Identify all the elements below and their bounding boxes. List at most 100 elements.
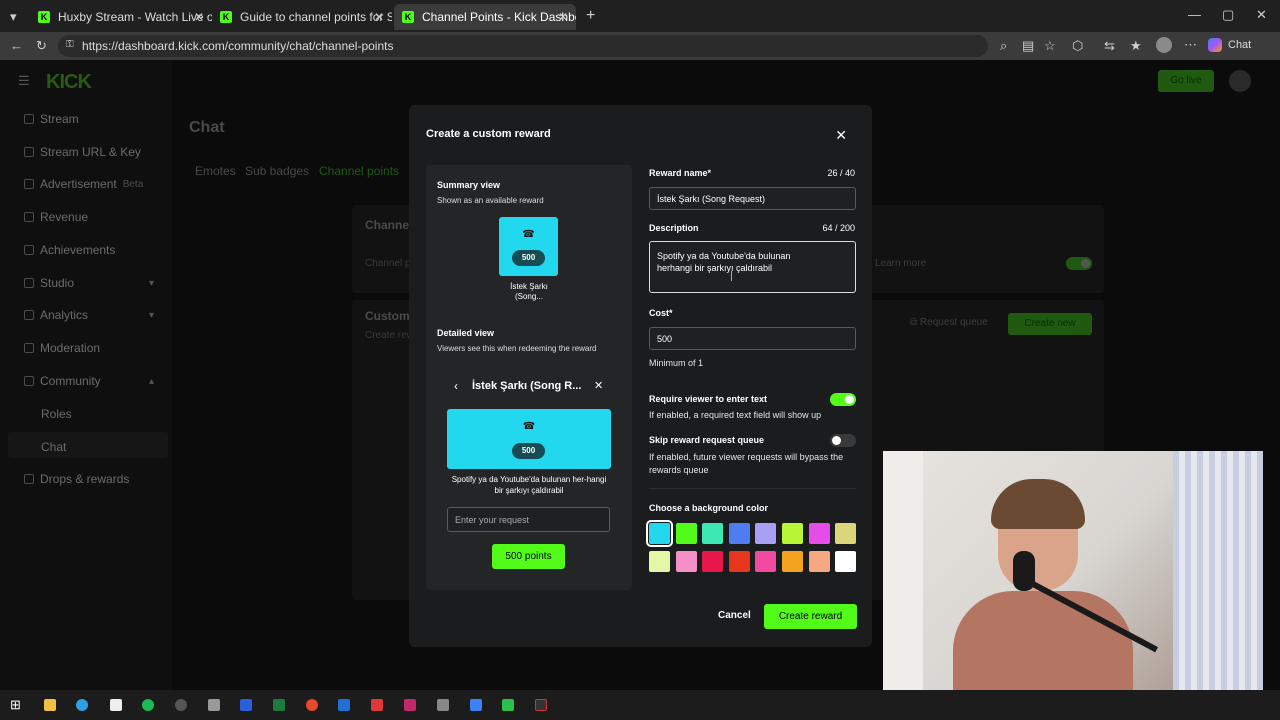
sidebar-item-achievements[interactable]: Achievements [24, 243, 115, 257]
skip-queue-toggle[interactable] [830, 434, 856, 447]
community-icon [24, 376, 34, 386]
window-frame [883, 451, 923, 691]
new-tab-icon[interactable]: + [586, 8, 595, 24]
points-button[interactable]: 500 points [492, 544, 565, 569]
more-menu-icon[interactable]: ⋯ [1184, 38, 1197, 51]
back-icon[interactable]: ← [10, 39, 23, 52]
sidebar-item-revenue[interactable]: Revenue [24, 210, 88, 224]
color-swatch[interactable] [782, 523, 803, 544]
request-input[interactable]: Enter your request [447, 507, 610, 532]
browser-tab[interactable]: K Huxby Stream - Watch Live o ✕ [30, 4, 212, 30]
notes-icon[interactable] [110, 699, 122, 711]
channel-points-toggle[interactable] [1066, 257, 1092, 270]
extensions-icon[interactable]: ⬡ [1072, 39, 1083, 52]
sidebar-item-analytics[interactable]: Analytics ▾ [24, 308, 164, 322]
app-red-icon[interactable] [306, 699, 318, 711]
back-icon[interactable]: ‹ [454, 379, 458, 393]
site-info-icon[interactable]: ⚿ [66, 40, 74, 50]
color-swatch[interactable] [728, 523, 750, 544]
tab-sub-badges[interactable]: Sub badges [245, 164, 309, 178]
zoom-icon[interactable]: ⌕ [1000, 39, 1007, 52]
browser-tab[interactable]: K Guide to channel points for Strean ✕ [212, 4, 392, 30]
spotify-icon[interactable] [142, 699, 154, 711]
maximize-icon[interactable]: ▢ [1222, 8, 1234, 21]
sidebar-item-drops[interactable]: Drops & rewards [24, 472, 129, 486]
menu-icon[interactable]: ☰ [18, 74, 30, 87]
kick-logo[interactable]: KICK [46, 71, 92, 94]
tab-channel-points[interactable]: Channel points [319, 164, 399, 178]
calculator-icon[interactable] [208, 699, 220, 711]
color-swatch[interactable] [835, 523, 857, 544]
request-queue-button[interactable]: ⧉ Request queue [910, 317, 988, 328]
close-window-icon[interactable]: ✕ [1256, 8, 1267, 21]
refresh-icon[interactable]: ↻ [36, 39, 47, 52]
cost-value: 500 [657, 333, 673, 344]
color-swatch[interactable] [808, 551, 830, 572]
word-icon[interactable] [240, 699, 252, 711]
create-new-button[interactable]: Create new [1008, 313, 1092, 335]
color-swatch[interactable] [702, 551, 724, 572]
sidebar-item-stream[interactable]: Stream [24, 112, 79, 126]
create-reward-button[interactable]: Create reward [764, 604, 857, 629]
sidebar-item-community[interactable]: Community ▴ [24, 374, 164, 388]
color-swatch[interactable] [808, 523, 830, 544]
color-swatch[interactable] [755, 523, 777, 544]
beta-badge: Beta [122, 178, 144, 190]
require-text-toggle[interactable] [830, 393, 856, 406]
color-swatch[interactable] [649, 551, 670, 572]
advertisement-icon [24, 179, 34, 189]
app-magenta-icon[interactable] [404, 699, 416, 711]
zoom-app-icon[interactable] [371, 699, 383, 711]
minimize-icon[interactable]: — [1188, 8, 1201, 21]
file-explorer-icon[interactable] [44, 699, 56, 711]
text-cursor-icon [731, 271, 732, 281]
close-tab-icon[interactable]: ✕ [194, 10, 204, 24]
go-live-button[interactable]: Go live [1158, 70, 1214, 92]
cancel-button[interactable]: Cancel [718, 610, 751, 621]
app-green-icon[interactable] [502, 699, 514, 711]
color-swatch[interactable] [702, 523, 724, 544]
windows-start-icon[interactable]: ⊞ [10, 698, 21, 711]
color-swatch[interactable] [675, 551, 697, 572]
excel-icon[interactable] [273, 699, 285, 711]
sidebar-item-label: Moderation [40, 341, 101, 355]
sidebar-item-chat[interactable] [8, 432, 168, 458]
favorite-star-icon[interactable]: ☆ [1044, 39, 1056, 52]
color-swatch[interactable] [755, 551, 777, 572]
color-swatch[interactable] [646, 520, 673, 547]
sidebar-item-studio[interactable]: Studio ▾ [24, 276, 164, 290]
browser-tab-active[interactable]: K Channel Points - Kick Dashboard ✕ [394, 4, 576, 30]
color-swatch[interactable] [782, 551, 803, 572]
reader-icon[interactable]: ▤ [1022, 39, 1034, 52]
tab-actions-icon[interactable]: ▾ [10, 10, 17, 23]
url-field[interactable]: ⚿ https://dashboard.kick.com/community/c… [58, 35, 988, 57]
close-icon[interactable]: ✕ [835, 127, 847, 144]
close-tab-icon[interactable]: ✕ [558, 10, 568, 24]
app-blue-icon[interactable] [470, 699, 482, 711]
clock-app-icon[interactable] [175, 699, 187, 711]
user-avatar[interactable] [1229, 70, 1251, 92]
detail-close-icon[interactable]: ✕ [594, 379, 603, 392]
favorites-icon[interactable]: ★ [1130, 39, 1142, 52]
skype-icon[interactable] [338, 699, 350, 711]
app-dark-icon[interactable] [535, 699, 547, 711]
color-swatch[interactable] [835, 551, 857, 572]
sidebar-item-stream-url[interactable]: Stream URL & Key [24, 145, 141, 159]
edge-browser-icon[interactable] [76, 699, 88, 711]
sidebar-item-advertisement[interactable]: Advertisement Beta [24, 177, 143, 191]
split-screen-icon[interactable]: ⇆ [1104, 39, 1115, 52]
sidebar-item-moderation[interactable]: Moderation [24, 341, 100, 355]
reward-name-input[interactable]: İstek Şarkı (Song Request) [649, 187, 856, 210]
cost-input[interactable]: 500 [649, 327, 856, 350]
copilot-chat-button[interactable]: Chat [1208, 38, 1251, 52]
preview-panel: Summary view Shown as an available rewar… [426, 165, 632, 590]
color-swatch[interactable] [728, 551, 750, 572]
app-gray-icon[interactable] [437, 699, 449, 711]
profile-avatar-icon[interactable] [1156, 37, 1172, 53]
close-tab-icon[interactable]: ✕ [374, 10, 384, 24]
color-swatch[interactable] [675, 523, 697, 544]
sidebar-item-roles[interactable]: Roles [41, 407, 72, 421]
tab-emotes[interactable]: Emotes [195, 164, 236, 178]
description-textarea[interactable]: Spotify ya da Youtube'da bulunan herhang… [649, 241, 856, 293]
learn-more-link[interactable]: Learn more [875, 258, 926, 269]
